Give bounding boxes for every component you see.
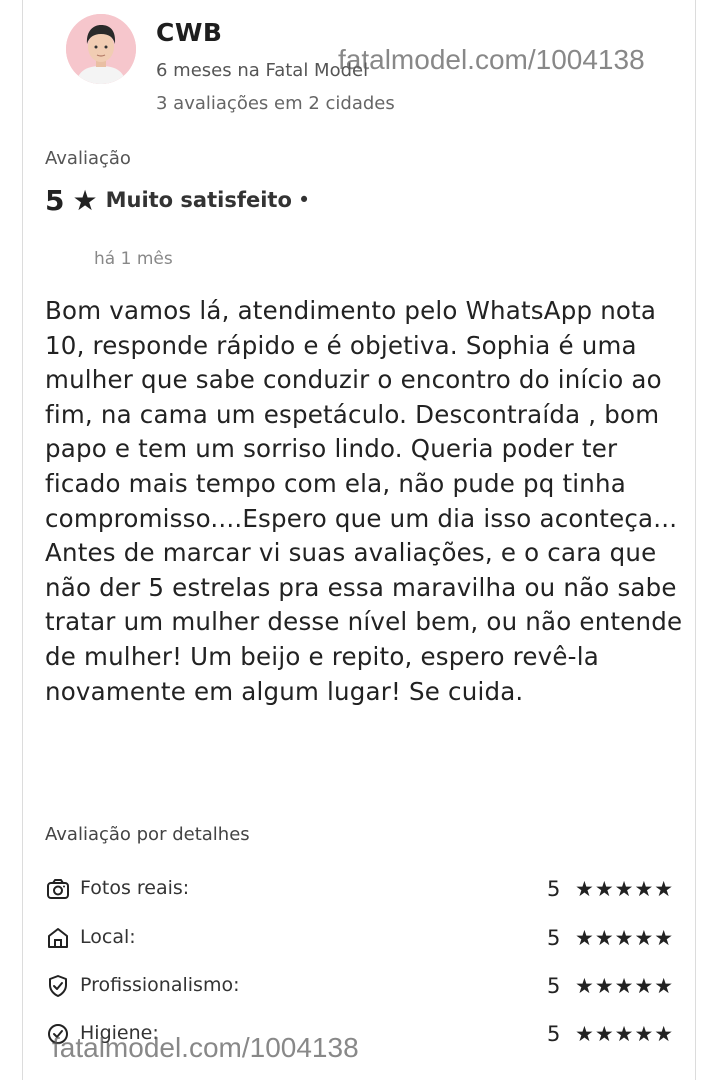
- detail-row-local: Local: 5 ★★★★★: [45, 921, 677, 955]
- detail-row-profissionalismo: Profissionalismo: 5 ★★★★★: [45, 969, 677, 1003]
- avatar[interactable]: [66, 14, 136, 84]
- shield-check-icon: [45, 973, 71, 999]
- review-date: há 1 mês: [94, 249, 173, 269]
- camera-icon: [45, 876, 71, 902]
- watermark-bottom: fatalmodel.com/1004138: [52, 1032, 359, 1063]
- watermark-top: fatalmodel.com/1004138: [338, 44, 645, 75]
- details-heading: Avaliação por detalhes: [45, 824, 250, 845]
- overall-rating: 5 ★ Muito satisfeito •: [45, 180, 310, 220]
- rating-value: 5: [45, 183, 65, 217]
- detail-row-fotos-reais: Fotos reais: 5 ★★★★★: [45, 872, 677, 906]
- detail-score: 5: [547, 974, 561, 998]
- detail-label: Local:: [80, 926, 136, 948]
- detail-score: 5: [547, 877, 561, 901]
- detail-label: Fotos reais:: [80, 877, 190, 899]
- detail-stars: ★★★★★: [575, 974, 675, 998]
- detail-score: 5: [547, 1022, 561, 1046]
- reviewer-review-count: 3 avaliações em 2 cidades: [156, 93, 395, 114]
- reviewer-name[interactable]: CWB: [156, 18, 222, 47]
- detail-score: 5: [547, 926, 561, 950]
- detail-stars: ★★★★★: [575, 1022, 675, 1046]
- reviewer-tenure: 6 meses na Fatal Model: [156, 60, 369, 81]
- rating-label: Muito satisfeito: [105, 188, 292, 212]
- review-text: Bom vamos lá, atendimento pelo WhatsApp …: [45, 296, 683, 706]
- user-avatar-icon: [66, 14, 136, 84]
- detail-stars: ★★★★★: [575, 926, 675, 950]
- detail-label: Profissionalismo:: [80, 974, 240, 996]
- detail-stars: ★★★★★: [575, 877, 675, 901]
- rating-separator: •: [297, 188, 311, 212]
- home-icon: [45, 925, 71, 951]
- star-icon: ★: [72, 183, 98, 217]
- rating-heading: Avaliação: [45, 148, 131, 169]
